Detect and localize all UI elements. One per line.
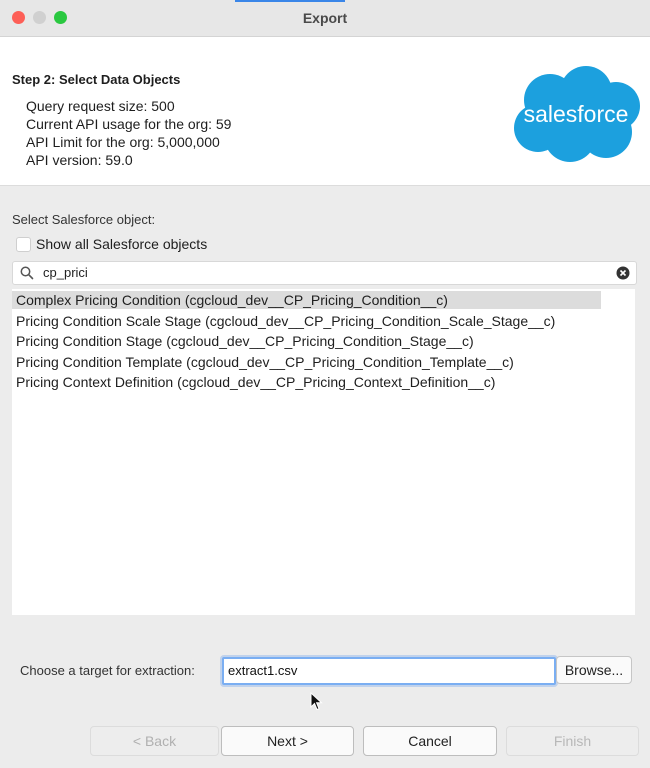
cancel-button[interactable]: Cancel [363,726,497,756]
target-file-input[interactable]: extract1.csv [222,657,556,685]
export-window: Export Step 2: Select Data Objects Query… [0,0,650,768]
salesforce-logo: salesforce [514,66,640,162]
info-query-size: Query request size: 500 [26,98,175,114]
list-item-pricing-context-definition[interactable]: Pricing Context Definition (cgcloud_dev_… [12,373,495,391]
mouse-cursor-icon [310,692,323,711]
wizard-header: Step 2: Select Data Objects Query reques… [0,37,650,186]
show-all-objects-checkbox[interactable] [16,237,31,252]
back-button[interactable]: < Back [90,726,219,756]
clear-search-icon[interactable] [616,266,630,280]
finish-button[interactable]: Finish [506,726,639,756]
window-title: Export [302,10,348,26]
list-item-pricing-condition-template[interactable]: Pricing Condition Template (cgcloud_dev_… [12,353,514,371]
browse-button[interactable]: Browse... [556,656,632,684]
info-api-limit: API Limit for the org: 5,000,000 [26,134,220,150]
info-api-version: API version: 59.0 [26,152,133,168]
logo-wordmark: salesforce [524,101,629,127]
info-api-usage: Current API usage for the org: 59 [26,116,232,132]
object-list[interactable]: Complex Pricing Condition (cgcloud_dev__… [12,289,635,615]
select-object-label: Select Salesforce object: [12,212,156,227]
title-bar-accent [235,0,345,2]
search-input[interactable]: cp_prici [43,265,88,280]
title-bar: Export [0,0,650,37]
target-label: Choose a target for extraction: [20,663,195,678]
list-item-pricing-condition-stage[interactable]: Pricing Condition Stage (cgcloud_dev__CP… [12,332,474,350]
list-item-pricing-condition-scale-stage[interactable]: Pricing Condition Scale Stage (cgcloud_d… [12,312,555,330]
object-search-field[interactable]: cp_prici [12,261,637,285]
show-all-objects-label[interactable]: Show all Salesforce objects [36,236,207,252]
search-icon [20,266,34,280]
list-item-complex-pricing-condition[interactable]: Complex Pricing Condition (cgcloud_dev__… [12,291,601,309]
next-button[interactable]: Next > [221,726,354,756]
step-title: Step 2: Select Data Objects [12,72,181,87]
